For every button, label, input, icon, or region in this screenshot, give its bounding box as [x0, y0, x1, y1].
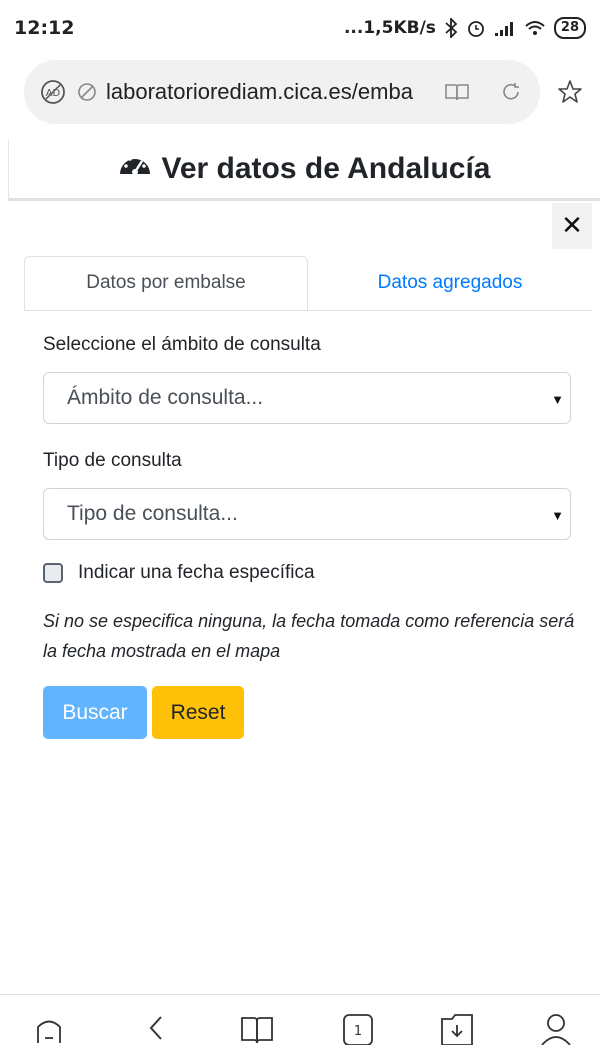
url-text[interactable]: laboratoriorediam.cica.es/emba: [106, 79, 424, 105]
date-checkbox-label[interactable]: Indicar una fecha específica: [78, 562, 315, 584]
scope-select-value: Ámbito de consulta...: [67, 386, 264, 409]
bluetooth-icon: [444, 18, 458, 38]
date-note: Si no se especifica ninguna, la fecha to…: [43, 611, 575, 661]
tab-bar: Datos por embalse Datos agregados: [24, 256, 592, 311]
reset-button[interactable]: Reset: [152, 686, 244, 739]
page-header: Ver datos de Andalucía: [8, 140, 600, 201]
type-select-value: Tipo de consulta...: [67, 502, 238, 525]
tab-datos-por-embalse[interactable]: Datos por embalse: [24, 256, 308, 310]
status-bar: 12:12 ...1,5KB/s 28: [0, 0, 600, 56]
profile-icon[interactable]: [540, 1013, 572, 1050]
battery-indicator: 28: [553, 17, 586, 39]
bookmarks-book-icon[interactable]: [240, 1013, 274, 1048]
search-button[interactable]: Buscar: [43, 686, 147, 739]
chevron-down-icon: ▼: [551, 392, 564, 407]
browser-address-area: AD laboratoriorediam.cica.es/emba: [0, 56, 600, 136]
alarm-icon: [466, 18, 486, 38]
address-bar[interactable]: AD laboratoriorediam.cica.es/emba: [24, 60, 540, 124]
dashboard-gauge-icon: [118, 150, 162, 188]
tabs-count: 1: [354, 1024, 362, 1039]
tab-datos-agregados[interactable]: Datos agregados: [308, 256, 592, 310]
status-time: 12:12: [14, 17, 75, 39]
date-checkbox[interactable]: [43, 563, 63, 583]
close-icon: ✕: [561, 211, 583, 241]
adblock-icon[interactable]: AD: [40, 79, 66, 105]
reload-icon[interactable]: [500, 81, 522, 103]
back-arrow-icon[interactable]: [146, 1013, 166, 1048]
no-lock-icon: [76, 81, 98, 103]
type-select[interactable]: Tipo de consulta... ▼: [43, 488, 571, 540]
status-indicators: ...1,5KB/s 28: [344, 17, 586, 39]
network-speed: ...1,5KB/s: [343, 18, 436, 38]
browser-bottom-nav: 1: [0, 994, 600, 1049]
page-title: Ver datos de Andalucía: [161, 152, 491, 185]
close-button[interactable]: ✕: [552, 203, 592, 249]
signal-icon: [494, 19, 516, 37]
type-label: Tipo de consulta: [43, 450, 182, 471]
downloads-icon[interactable]: [440, 1013, 474, 1050]
wifi-icon: [524, 19, 546, 37]
chevron-down-icon: ▼: [551, 508, 564, 523]
tabs-icon[interactable]: 1: [342, 1013, 374, 1050]
bookmark-star-icon[interactable]: [556, 78, 584, 111]
date-checkbox-row: Indicar una fecha específica: [43, 562, 315, 584]
scope-label: Seleccione el ámbito de consulta: [43, 334, 321, 355]
home-icon[interactable]: [36, 1013, 62, 1048]
scope-select[interactable]: Ámbito de consulta... ▼: [43, 372, 571, 424]
reader-mode-icon[interactable]: [444, 81, 470, 103]
